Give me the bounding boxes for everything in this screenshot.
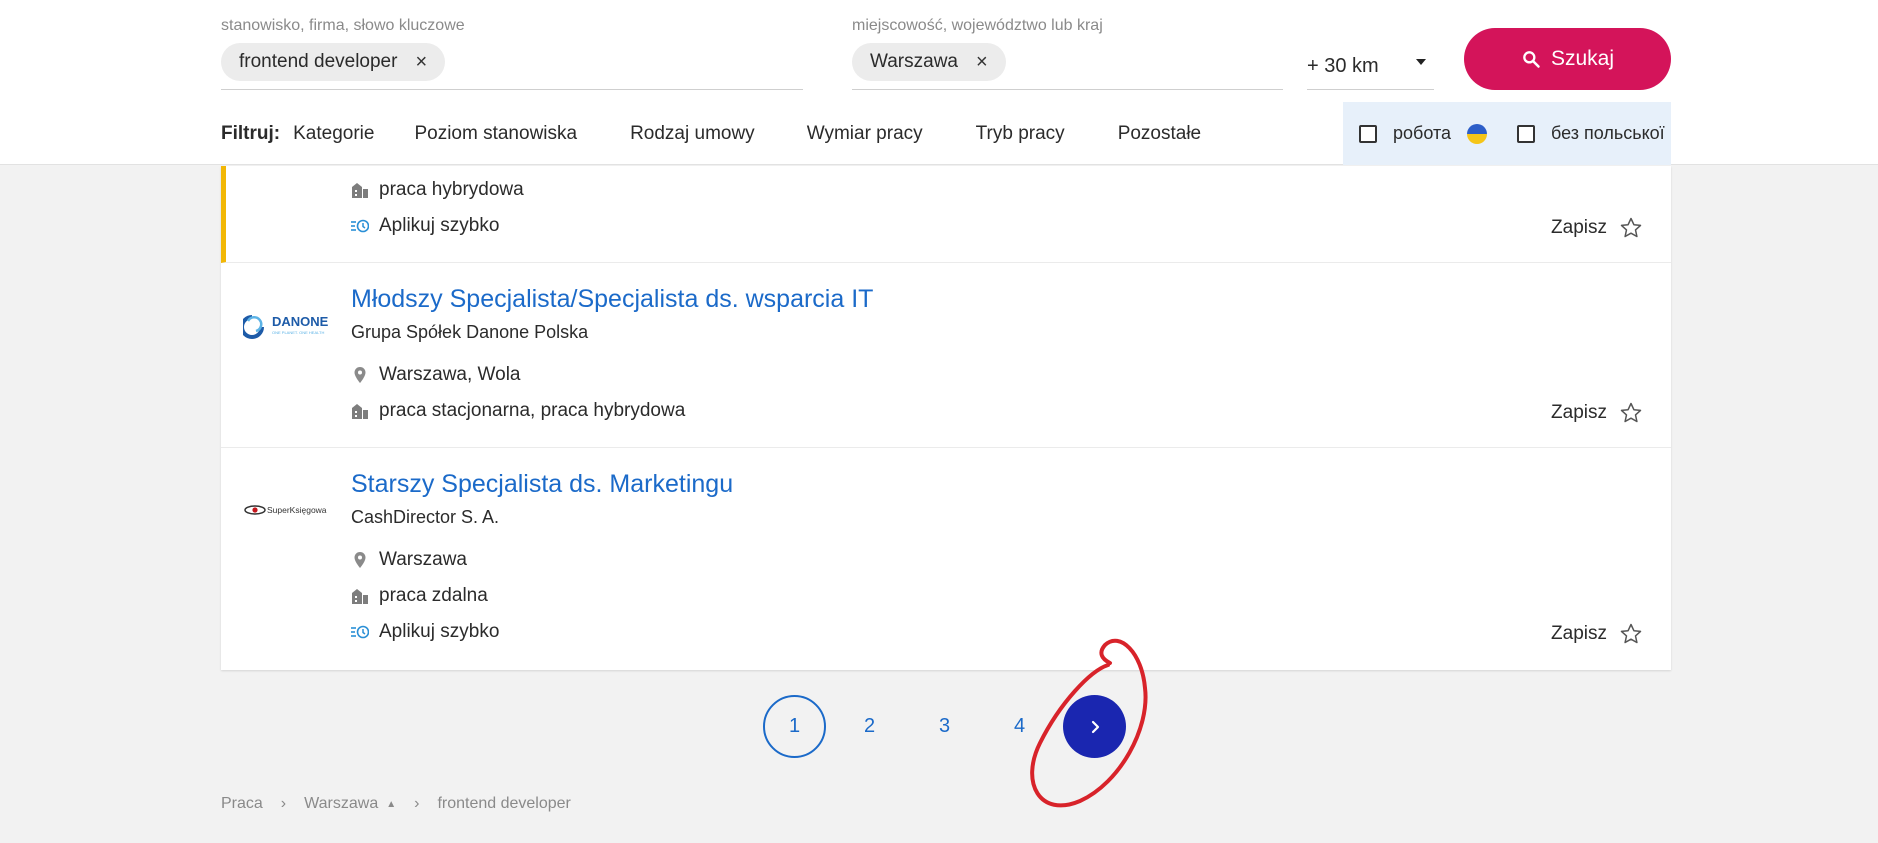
building-icon bbox=[352, 404, 368, 419]
page-3-button[interactable]: 3 bbox=[913, 695, 976, 758]
next-page-button[interactable] bbox=[1063, 695, 1126, 758]
star-icon bbox=[1620, 623, 1642, 644]
ua-work-checkbox[interactable]: робота bbox=[1359, 123, 1487, 144]
work-mode-row: praca hybrydowa bbox=[351, 179, 524, 201]
page-2-button[interactable]: 2 bbox=[838, 695, 901, 758]
checkbox-icon[interactable] bbox=[1359, 124, 1377, 143]
save-label: Zapisz bbox=[1551, 402, 1607, 423]
radius-value: + 30 km bbox=[1307, 54, 1379, 77]
location-row: Warszawa bbox=[351, 549, 467, 571]
job-title-link[interactable]: Młodszy Specjalista/Specjalista ds. wspa… bbox=[351, 285, 873, 314]
keyword-field-label: stanowisko, firma, słowo kluczowe bbox=[221, 17, 465, 34]
work-mode-row: praca zdalna bbox=[351, 585, 488, 607]
logo-tagline: ONE PLANET. ONE HEALTH bbox=[272, 330, 324, 335]
star-icon bbox=[1620, 402, 1642, 423]
filter-contract-type[interactable]: Rodzaj umowy bbox=[630, 123, 755, 145]
logo-wordmark: DANONE bbox=[272, 314, 329, 329]
ukrainian-filters: робота без польської bbox=[1343, 102, 1671, 165]
filter-position-level[interactable]: Poziom stanowiska bbox=[414, 123, 577, 145]
search-button-label: Szukaj bbox=[1550, 47, 1615, 70]
search-icon bbox=[1523, 51, 1540, 68]
building-icon bbox=[352, 183, 368, 198]
remove-location-icon[interactable]: × bbox=[976, 51, 988, 74]
breadcrumb-item: frontend developer bbox=[437, 795, 571, 812]
filter-other[interactable]: Pozostałe bbox=[1118, 123, 1201, 145]
work-mode: praca hybrydowa bbox=[379, 179, 524, 200]
keyword-field-underline bbox=[221, 89, 803, 90]
company-name: CashDirector S. A. bbox=[351, 507, 500, 527]
keyword-chip-label: frontend developer bbox=[239, 51, 398, 72]
job-list: praca hybrydowa Aplikuj szybko Zapisz DA… bbox=[221, 166, 1671, 670]
logo-wordmark: SuperKsięgowa bbox=[267, 505, 327, 515]
filter-categories[interactable]: Kategorie bbox=[293, 123, 374, 145]
breadcrumb-separator-icon: › bbox=[414, 795, 420, 812]
no-polish-checkbox[interactable]: без польської bbox=[1517, 123, 1665, 144]
save-label: Zapisz bbox=[1551, 217, 1607, 238]
quick-apply-label: Aplikuj szybko bbox=[379, 621, 500, 642]
save-job-button[interactable]: Zapisz bbox=[1551, 622, 1643, 646]
filter-work-time[interactable]: Wymiar pracy bbox=[807, 123, 923, 145]
no-polish-label: без польської bbox=[1551, 123, 1665, 143]
checkbox-icon[interactable] bbox=[1517, 124, 1535, 143]
chevron-right-icon bbox=[1091, 720, 1099, 733]
company-logo: SuperKsięgowa bbox=[243, 488, 333, 532]
job-card[interactable]: praca hybrydowa Aplikuj szybko Zapisz bbox=[221, 166, 1671, 263]
location-chip-label: Warszawa bbox=[870, 51, 958, 72]
location-row: Warszawa, Wola bbox=[351, 364, 520, 386]
job-title-link[interactable]: Starszy Specjalista ds. Marketingu bbox=[351, 470, 733, 499]
building-icon bbox=[352, 589, 368, 604]
filter-label: Filtruj: bbox=[221, 123, 281, 144]
ukraine-flag-icon bbox=[1467, 123, 1487, 144]
breadcrumb-separator-icon: › bbox=[280, 795, 287, 812]
work-mode: praca zdalna bbox=[379, 585, 488, 606]
ua-work-label: робота bbox=[1393, 123, 1451, 143]
page-1-button[interactable]: 1 bbox=[763, 695, 826, 758]
quick-apply-row: Aplikuj szybko bbox=[351, 621, 499, 643]
filter-work-mode[interactable]: Tryb pracy bbox=[976, 123, 1065, 145]
keyword-chip[interactable]: frontend developer × bbox=[221, 43, 446, 81]
job-card[interactable]: DANONE ONE PLANET. ONE HEALTH Młodszy Sp… bbox=[221, 263, 1671, 448]
work-mode-row: praca stacjonarna, praca hybrydowa bbox=[351, 400, 685, 422]
superksiegowa-logo: SuperKsięgowa bbox=[244, 505, 327, 515]
work-mode: praca stacjonarna, praca hybrydowa bbox=[379, 400, 686, 421]
danone-logo: DANONE ONE PLANET. ONE HEALTH bbox=[243, 314, 329, 339]
company-logo: DANONE ONE PLANET. ONE HEALTH bbox=[243, 303, 333, 347]
company-name: Grupa Spółek Danone Polska bbox=[351, 322, 589, 342]
quick-apply-icon bbox=[351, 625, 369, 639]
search-header: stanowisko, firma, słowo kluczowe fronte… bbox=[0, 0, 1878, 165]
star-icon bbox=[1620, 217, 1642, 238]
quick-apply-label: Aplikuj szybko bbox=[379, 215, 500, 236]
breadcrumb: Praca › Warszawa ▲ › frontend developer bbox=[221, 795, 571, 813]
page-4-button[interactable]: 4 bbox=[988, 695, 1051, 758]
location-field-label: miejscowość, województwo lub kraj bbox=[852, 17, 1103, 34]
caret-down-icon bbox=[1416, 59, 1426, 65]
save-job-button[interactable]: Zapisz bbox=[1551, 216, 1643, 240]
breadcrumb-item[interactable]: Warszawa bbox=[304, 795, 378, 813]
caret-up-icon[interactable]: ▲ bbox=[386, 799, 396, 810]
radius-select[interactable]: + 30 km bbox=[1307, 48, 1434, 84]
location-pin-icon bbox=[354, 367, 366, 383]
location: Warszawa, Wola bbox=[379, 364, 521, 385]
job-card[interactable]: SuperKsięgowa Starszy Specjalista ds. Ma… bbox=[221, 448, 1671, 670]
location: Warszawa bbox=[379, 549, 467, 570]
quick-apply-icon bbox=[351, 219, 369, 233]
filter-bar: Filtruj: Kategorie Poziom stanowiska Rod… bbox=[221, 122, 1241, 146]
location-field-underline bbox=[852, 89, 1283, 90]
location-pin-icon bbox=[354, 552, 366, 568]
location-chip[interactable]: Warszawa × bbox=[852, 43, 1006, 81]
save-label: Zapisz bbox=[1551, 623, 1607, 644]
save-job-button[interactable]: Zapisz bbox=[1551, 401, 1643, 425]
remove-keyword-icon[interactable]: × bbox=[415, 51, 427, 74]
breadcrumb-item[interactable]: Praca bbox=[221, 795, 263, 813]
search-button[interactable]: Szukaj bbox=[1464, 28, 1671, 90]
radius-underline bbox=[1307, 89, 1434, 90]
quick-apply-row: Aplikuj szybko bbox=[351, 215, 499, 237]
